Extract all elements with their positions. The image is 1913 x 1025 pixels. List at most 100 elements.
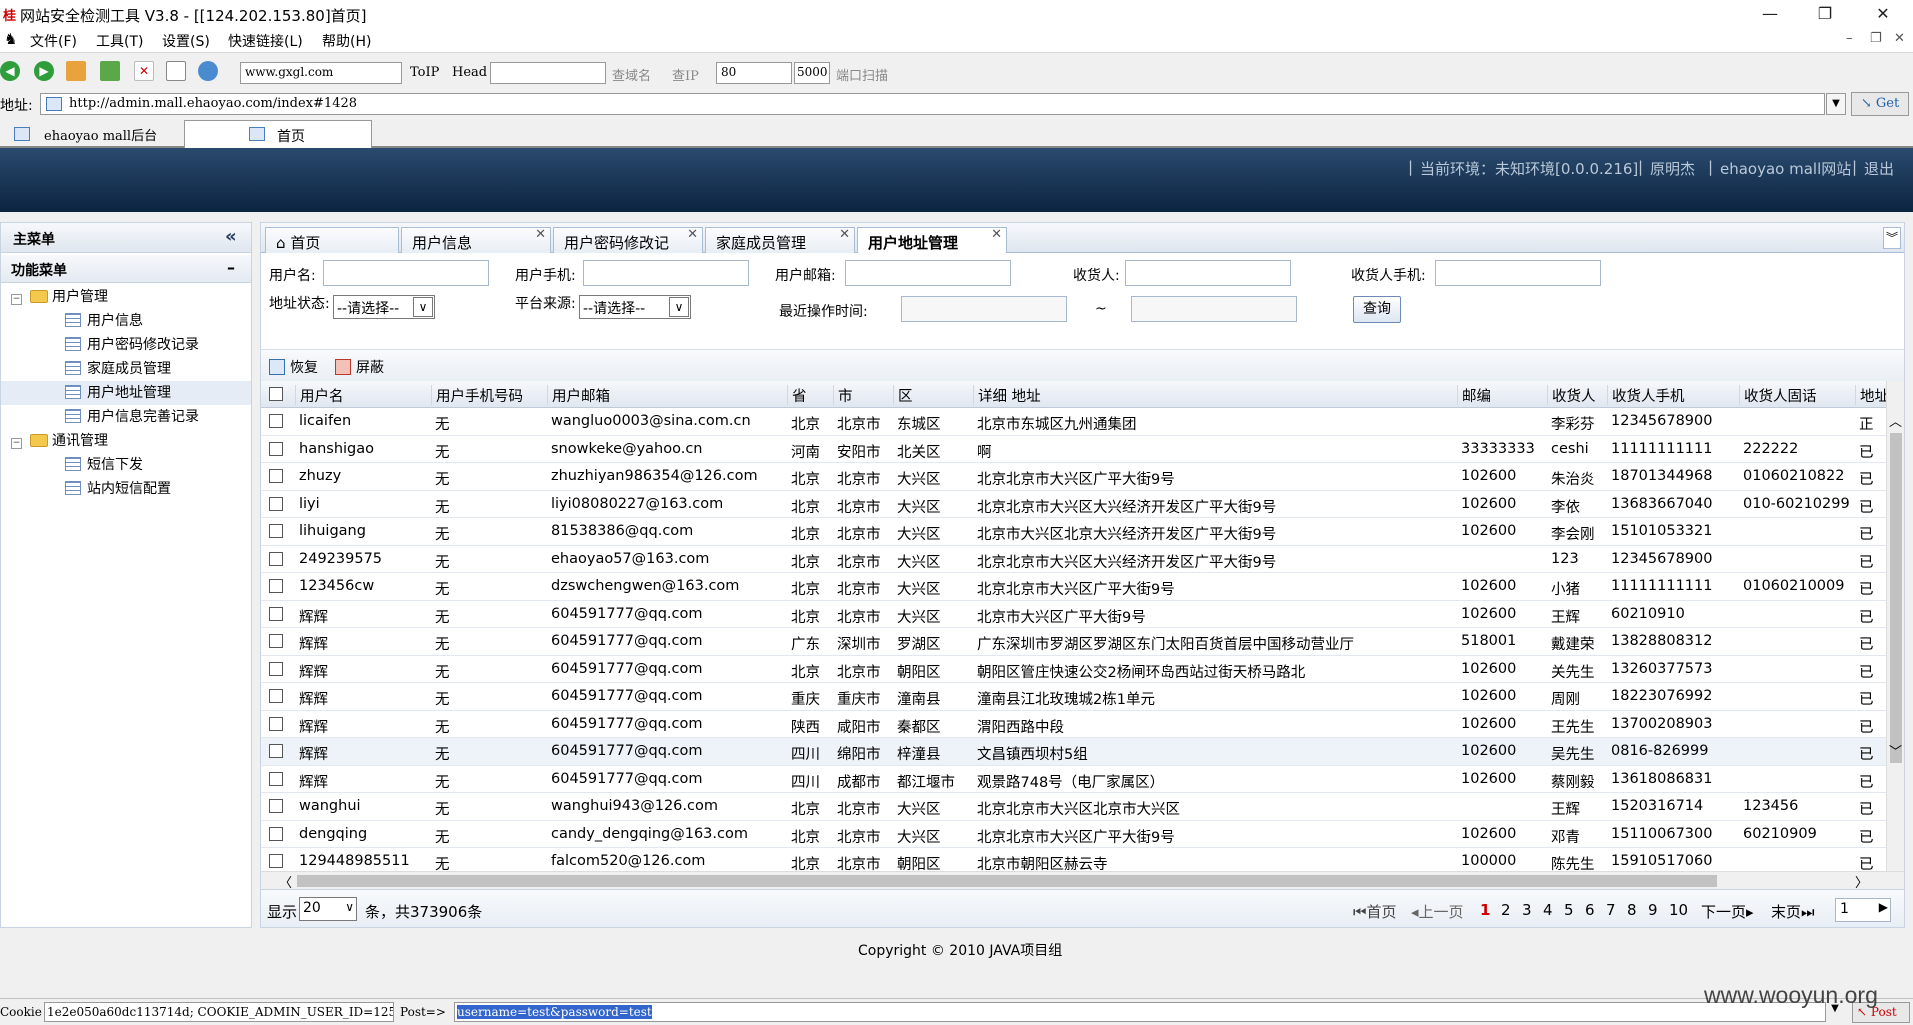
tab-home[interactable]: ⌂ 首页 [265,227,399,253]
close-button[interactable]: ✕ [1858,2,1908,26]
page-link-3[interactable]: 3 [1522,901,1532,919]
column-header[interactable]: 市 [833,385,889,405]
page-link-1[interactable]: 1 [1480,901,1490,919]
port-from-input[interactable]: 80 [716,62,792,84]
page-link-9[interactable]: 9 [1648,901,1658,919]
tab-password-log[interactable]: 用户密码修改记 ✕ [553,227,703,253]
table-row[interactable]: 辉辉 无 604591777@qq.com 陕西 咸阳市 秦都区 渭阳西路中段 102600 王… [261,711,1886,738]
tree-minus-icon[interactable]: − [11,438,22,449]
table-row[interactable]: wanghui 无 wanghui943@126.com 北京 北京市 大兴区 北京北京市大… [261,793,1886,821]
receiver-phone-input[interactable] [1435,260,1601,286]
time-end-input[interactable] [1131,296,1297,322]
head-input[interactable] [490,62,606,84]
stop-icon[interactable]: ✕ [134,61,154,81]
collapse-sidebar-icon[interactable]: « [225,226,237,247]
table-row[interactable]: 129448985511 无 falcom520@126.com 北京 北京市 朝阳区 北京… [261,848,1886,871]
row-checkbox[interactable] [269,799,283,813]
page-link-6[interactable]: 6 [1585,901,1595,919]
maximize-button[interactable]: ❐ [1800,2,1850,26]
cookie-input[interactable]: 1e2e050a60dc113714d; COOKIE_ADMIN_USER_I… [44,1002,394,1022]
email-input[interactable] [845,260,1011,286]
page-link-8[interactable]: 8 [1627,901,1637,919]
column-header[interactable]: 用户邮箱 [547,385,783,405]
row-checkbox[interactable] [269,716,283,731]
page-link-5[interactable]: 5 [1564,901,1574,919]
table-row[interactable]: zhuzy 无 zhuzhiyan986354@126.com 北京 北京市 大兴区 北京北… [261,463,1886,491]
page-size-select[interactable]: 20 ∨ [299,897,357,921]
row-checkbox[interactable] [269,469,283,483]
refresh-icon[interactable] [100,61,120,81]
table-row[interactable]: liyi 无 liyi08080227@163.com 北京 北京市 大兴区 北京北京市大兴… [261,491,1886,518]
phone-input[interactable] [583,260,749,286]
goto-arrow-icon[interactable]: ▶ [1879,900,1888,914]
back-icon[interactable]: ◀ [0,61,20,81]
column-header[interactable]: 收货人 [1547,385,1603,405]
column-header[interactable]: 邮编 [1457,385,1543,405]
menu-settings[interactable]: 设置(S) [162,31,210,51]
table-row[interactable]: hanshigao 无 snowkeke@yahoo.cn 河南 安阳市 北关区 啊 3333… [261,436,1886,463]
sidebar-item-info-complete[interactable]: 用户信息完善记录 [1,405,251,429]
table-row[interactable]: licaifen 无 wangluo0003@sina.com.cn 北京 北京市 东城区… [261,408,1886,436]
column-header[interactable]: 收货人固话 [1739,385,1851,405]
collapse-section-icon[interactable]: – [227,258,235,277]
table-row[interactable]: 辉辉 无 604591777@qq.com 四川 绵阳市 梓潼县 文昌镇西坝村5组 10260… [261,738,1886,766]
row-checkbox[interactable] [269,524,283,538]
select-all-checkbox[interactable] [269,387,283,405]
menu-help[interactable]: 帮助(H) [322,31,371,51]
row-checkbox[interactable] [269,634,283,648]
column-header[interactable]: 详细 地址 [973,385,1453,405]
domain-input[interactable]: www.gxgl.com [240,62,402,84]
sidebar-item-inbox-config[interactable]: 站内短信配置 [1,477,251,501]
tree-group-user-mgmt[interactable]: − 用户管理 [1,285,251,309]
sidebar-item-user-info[interactable]: 用户信息 [1,309,251,333]
page-link-4[interactable]: 4 [1543,901,1553,919]
mdi-minimize-button[interactable]: – [1846,31,1853,46]
page-link-2[interactable]: 2 [1501,901,1511,919]
time-start-input[interactable] [901,296,1067,322]
table-row[interactable]: 辉辉 无 604591777@qq.com 北京 北京市 大兴区 北京市大兴区广平大街9号 1… [261,601,1886,628]
lookup-domain-button[interactable]: 查域名 [612,65,651,84]
close-tab-icon[interactable]: ✕ [991,227,1002,242]
table-row[interactable]: 辉辉 无 604591777@qq.com 重庆 重庆市 潼南县 潼南县江北玫瑰城2栋1单元… [261,683,1886,711]
menu-tools[interactable]: 工具(T) [96,31,143,51]
post-input[interactable]: username=test&password=test [454,1002,1826,1022]
receiver-input[interactable] [1125,260,1291,286]
next-page-link[interactable]: 下一页▸ [1701,901,1754,922]
table-row[interactable]: 辉辉 无 604591777@qq.com 广东 深圳市 罗湖区 广东深圳市罗湖区罗湖区东门… [261,628,1886,656]
menu-file[interactable]: 文件(F) [30,31,77,51]
query-button[interactable]: 查询 [1353,296,1401,323]
minimize-button[interactable]: — [1745,2,1795,26]
restore-button[interactable]: 恢复 [269,357,318,377]
address-status-select[interactable]: --请选择-- ∨ [333,295,435,319]
sidebar-item-address[interactable]: 用户地址管理 [1,381,251,405]
row-checkbox[interactable] [269,826,283,841]
close-tab-icon[interactable]: ✕ [839,227,850,242]
row-checkbox[interactable] [269,606,283,621]
column-header[interactable]: 区 [893,385,969,405]
table-row[interactable]: 辉辉 无 604591777@qq.com 四川 成都市 都江堰市 观景路748号（电厂家属… [261,766,1886,793]
row-checkbox[interactable] [269,689,283,703]
tab-family[interactable]: 家庭成员管理 ✕ [705,227,855,253]
table-row[interactable]: 249239575 无 ehaoyao57@163.com 北京 北京市 大兴区 北京北京市… [261,546,1886,573]
site-link[interactable]: ehaoyao mall网站 [1720,158,1851,179]
row-checkbox[interactable] [269,441,283,456]
scroll-thumb[interactable] [1890,433,1902,763]
row-checkbox[interactable] [269,854,283,868]
row-checkbox[interactable] [269,551,283,566]
page-link-10[interactable]: 10 [1669,901,1688,919]
mdi-restore-button[interactable]: ❐ [1870,31,1882,46]
row-checkbox[interactable] [269,771,283,786]
address-input[interactable]: http://admin.mall.ehaoyao.com/index#1428 [40,93,1825,115]
row-checkbox[interactable] [269,661,283,676]
tree-minus-icon[interactable]: − [11,294,22,305]
logout-link[interactable]: 退出 [1864,158,1894,179]
scroll-down-icon[interactable]: ﹀ [1889,741,1902,760]
column-header[interactable]: 地址状 [1855,385,1886,405]
globe-icon[interactable] [198,61,218,81]
function-menu-header[interactable]: 功能菜单 – [1,255,251,283]
platform-select[interactable]: --请选择-- ∨ [579,295,691,319]
lookup-ip-button[interactable]: 查IP [672,65,699,84]
tab-user-info[interactable]: 用户信息 ✕ [401,227,551,253]
page-link-7[interactable]: 7 [1606,901,1616,919]
sidebar-item-password-log[interactable]: 用户密码修改记录 [1,333,251,357]
